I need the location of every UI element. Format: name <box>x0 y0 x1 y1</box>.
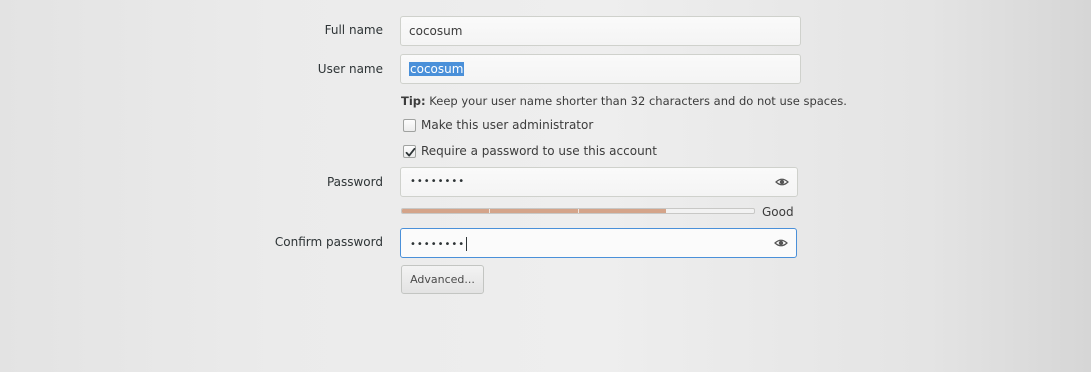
eye-icon[interactable] <box>774 237 788 249</box>
password-strength-fill <box>402 209 666 213</box>
admin-checkbox[interactable] <box>403 118 416 132</box>
strength-segment <box>490 209 579 213</box>
require-password-checkbox-row[interactable]: Require a password to use this account <box>403 143 657 159</box>
full-name-value: cocosum <box>409 24 463 38</box>
confirm-password-label: Confirm password <box>274 235 383 249</box>
require-password-checkbox-label: Require a password to use this account <box>421 144 657 158</box>
checkmark-icon <box>405 147 416 156</box>
password-field[interactable]: •••••••• <box>400 167 798 197</box>
full-name-label: Full name <box>324 23 383 37</box>
confirm-password-field[interactable]: •••••••• <box>400 228 797 258</box>
password-value: •••••••• <box>410 176 466 187</box>
password-strength-meter <box>401 208 755 214</box>
text-cursor <box>466 237 468 251</box>
full-name-field[interactable]: cocosum <box>400 16 801 46</box>
advanced-button[interactable]: Advanced... <box>401 265 484 294</box>
admin-checkbox-label: Make this user administrator <box>421 118 594 132</box>
require-password-checkbox[interactable] <box>403 144 416 158</box>
strength-segment <box>402 209 491 213</box>
tip-text: Keep your user name shorter than 32 char… <box>425 94 847 108</box>
eye-icon[interactable] <box>775 176 789 188</box>
user-name-field[interactable]: cocosum <box>400 54 801 84</box>
strength-segment <box>578 209 666 213</box>
tip-prefix: Tip: <box>401 94 426 108</box>
user-name-value: cocosum <box>409 62 465 76</box>
user-name-label: User name <box>317 62 383 76</box>
password-label: Password <box>326 175 383 189</box>
admin-checkbox-row[interactable]: Make this user administrator <box>403 117 593 133</box>
confirm-password-value: •••••••• <box>410 237 468 251</box>
password-strength-label: Good <box>762 205 794 219</box>
user-name-tip: Tip: Keep your user name shorter than 32… <box>401 94 847 108</box>
